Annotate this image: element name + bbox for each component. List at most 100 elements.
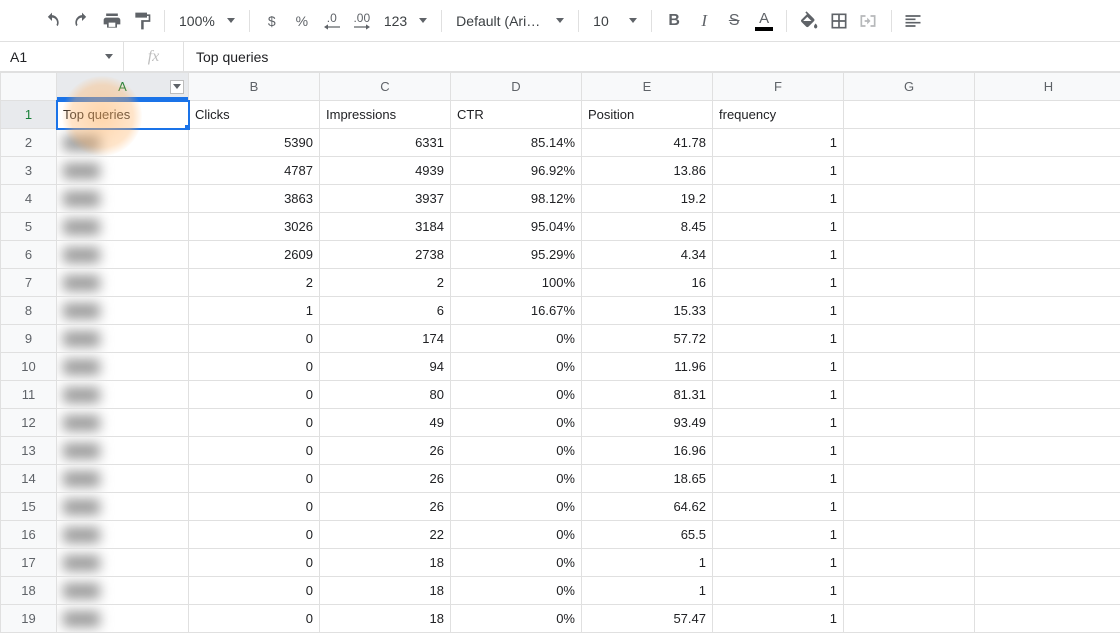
cell[interactable]: 4939 [320,157,451,185]
cell[interactable] [844,185,975,213]
cell[interactable]: ████ [57,297,189,325]
fill-color-button[interactable] [795,6,823,36]
cell[interactable] [975,605,1120,633]
cell[interactable]: 1 [713,577,844,605]
row-header[interactable]: 15 [1,493,57,521]
cell[interactable]: ████ [57,437,189,465]
cell[interactable]: 0 [189,437,320,465]
cell[interactable] [975,213,1120,241]
cell[interactable]: 0% [451,493,582,521]
cell[interactable]: ████ [57,269,189,297]
cell[interactable]: 16.67% [451,297,582,325]
row-header[interactable]: 12 [1,409,57,437]
cell[interactable]: 41.78 [582,129,713,157]
zoom-dropdown[interactable]: 100% [173,6,241,36]
cell[interactable]: 26 [320,493,451,521]
cell[interactable]: 0% [451,521,582,549]
undo-button[interactable] [38,6,66,36]
cell[interactable]: 16.96 [582,437,713,465]
cell[interactable] [844,465,975,493]
cell[interactable]: 19.2 [582,185,713,213]
redo-button[interactable] [68,6,96,36]
cell[interactable]: ████ [57,129,189,157]
paint-format-button[interactable] [128,6,156,36]
cell[interactable]: 100% [451,269,582,297]
cell[interactable]: frequency [713,101,844,129]
cell[interactable]: 0% [451,325,582,353]
cell[interactable]: 95.29% [451,241,582,269]
cell[interactable]: 2738 [320,241,451,269]
cell[interactable]: 94 [320,353,451,381]
cell[interactable]: 1 [713,325,844,353]
cell[interactable]: 1 [713,297,844,325]
cell[interactable]: ████ [57,577,189,605]
cell[interactable]: 5390 [189,129,320,157]
cell[interactable]: 2609 [189,241,320,269]
cell[interactable]: ████ [57,493,189,521]
cell[interactable]: 1 [713,409,844,437]
cell[interactable]: 16 [582,269,713,297]
cell[interactable]: ████ [57,549,189,577]
cell[interactable]: 0 [189,325,320,353]
cell[interactable] [844,241,975,269]
cell[interactable]: 18.65 [582,465,713,493]
row-header[interactable]: 8 [1,297,57,325]
italic-button[interactable]: I [690,6,718,36]
print-button[interactable] [98,6,126,36]
cell[interactable]: 0 [189,353,320,381]
cell[interactable]: 57.72 [582,325,713,353]
cell[interactable] [975,521,1120,549]
cell[interactable] [975,297,1120,325]
cell[interactable] [844,521,975,549]
cell[interactable]: 4.34 [582,241,713,269]
cell[interactable]: 0 [189,521,320,549]
cell[interactable] [844,577,975,605]
cell[interactable]: 1 [713,493,844,521]
cell[interactable]: 0 [189,465,320,493]
row-header[interactable]: 6 [1,241,57,269]
cell[interactable]: 1 [582,577,713,605]
cell[interactable] [975,325,1120,353]
cell[interactable]: 3937 [320,185,451,213]
cell[interactable]: 1 [713,241,844,269]
column-filter-button[interactable] [170,80,184,94]
column-header-F[interactable]: F [713,73,844,101]
cell[interactable] [975,549,1120,577]
cell[interactable]: 13.86 [582,157,713,185]
cell[interactable]: 3026 [189,213,320,241]
cell[interactable]: ████ [57,381,189,409]
row-header[interactable]: 18 [1,577,57,605]
cell[interactable]: 65.5 [582,521,713,549]
cell[interactable]: 8.45 [582,213,713,241]
cell[interactable]: 1 [713,381,844,409]
column-header-B[interactable]: B [189,73,320,101]
cell[interactable]: 3184 [320,213,451,241]
row-header[interactable]: 4 [1,185,57,213]
cell[interactable]: 96.92% [451,157,582,185]
cell[interactable]: 18 [320,577,451,605]
font-size-dropdown[interactable]: 10 [587,6,643,36]
cell[interactable]: 1 [713,465,844,493]
row-header[interactable]: 11 [1,381,57,409]
cell[interactable] [844,409,975,437]
format-currency-button[interactable]: $ [258,6,286,36]
cell[interactable] [844,437,975,465]
cell[interactable] [975,577,1120,605]
cell[interactable]: 1 [713,353,844,381]
row-header[interactable]: 2 [1,129,57,157]
cell[interactable]: 64.62 [582,493,713,521]
cell[interactable] [844,353,975,381]
column-header-H[interactable]: H [975,73,1120,101]
cell[interactable]: 4787 [189,157,320,185]
cell[interactable]: 57.47 [582,605,713,633]
cell[interactable]: 1 [713,213,844,241]
select-all-corner[interactable] [1,73,57,101]
cell[interactable]: 6 [320,297,451,325]
cell[interactable]: 0% [451,465,582,493]
column-header-D[interactable]: D [451,73,582,101]
cell[interactable] [844,325,975,353]
strikethrough-button[interactable]: S [720,6,748,36]
cell[interactable]: 0% [451,549,582,577]
row-header[interactable]: 10 [1,353,57,381]
cell[interactable]: ████ [57,353,189,381]
